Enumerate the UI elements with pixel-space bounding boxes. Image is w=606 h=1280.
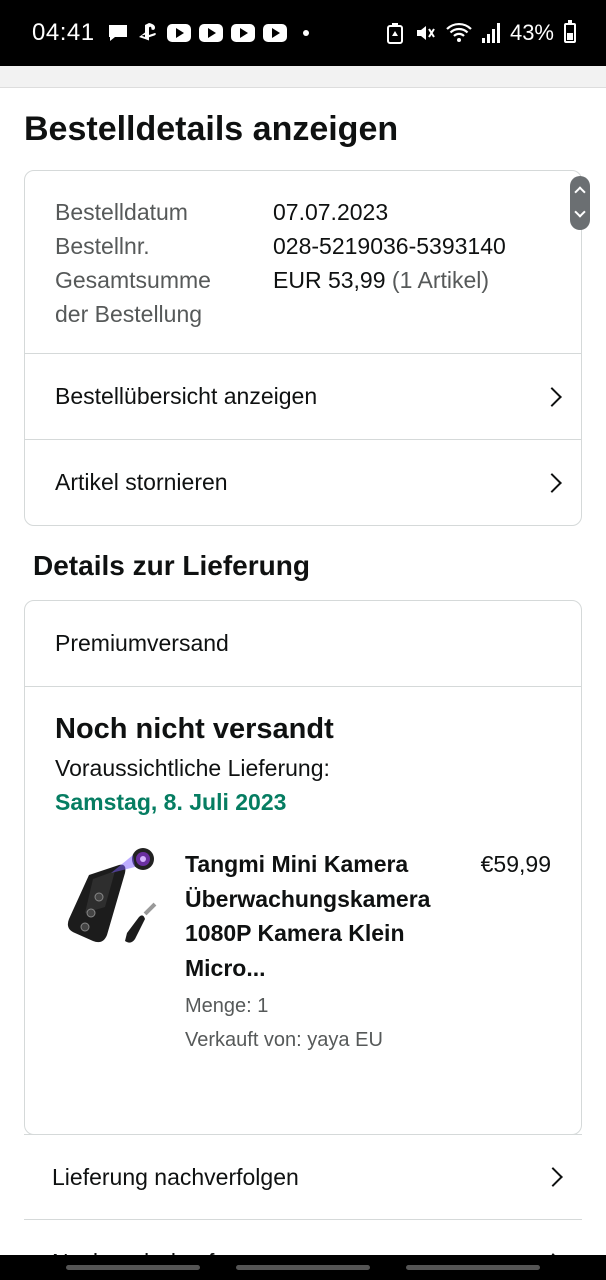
track-delivery-link[interactable]: Lieferung nachverfolgen	[24, 1134, 582, 1220]
youtube-icon	[198, 24, 223, 42]
top-strip	[0, 66, 606, 88]
delivery-card: Premiumversand Noch nicht versandt Vorau…	[24, 600, 582, 1135]
page-title: Bestelldetails anzeigen	[24, 110, 399, 148]
shipment-status-heading: Noch nicht versandt	[55, 713, 334, 745]
youtube-icon	[230, 24, 255, 42]
chevron-right-icon	[542, 386, 562, 407]
cancel-items-label: Artikel stornieren	[55, 469, 228, 495]
expected-delivery-label: Voraussichtliche Lieferung:	[55, 755, 330, 781]
youtube-icon	[262, 24, 287, 42]
order-summary: Bestelldatum 07.07.2023 Bestellnr. 028-5…	[25, 171, 581, 353]
nav-back-button[interactable]	[406, 1265, 540, 1270]
order-total-amount: EUR 53,99	[273, 267, 386, 293]
order-item[interactable]: Tangmi Mini Kamera Überwachungskamera 10…	[55, 847, 551, 1057]
nav-recent-button[interactable]	[66, 1265, 200, 1270]
shipping-method: Premiumversand	[25, 601, 581, 687]
order-total-label: Gesamtsumme der Bestellung	[55, 263, 273, 331]
track-delivery-label: Lieferung nachverfolgen	[52, 1163, 299, 1190]
order-total-items: (1 Artikel)	[391, 267, 490, 293]
product-title[interactable]: Tangmi Mini Kamera Überwachungskamera 10…	[185, 847, 457, 985]
battery-saver-icon	[386, 23, 403, 44]
message-icon	[108, 25, 127, 41]
chevron-right-icon	[543, 1167, 563, 1187]
battery-percentage: 43%	[509, 20, 554, 45]
youtube-icon	[166, 24, 191, 42]
order-summary-card: Bestelldatum 07.07.2023 Bestellnr. 028-5…	[24, 170, 582, 526]
order-total-label-line1: Gesamtsumme	[55, 267, 211, 293]
battery-icon	[564, 20, 576, 43]
delivery-section-title: Details zur Lieferung	[33, 550, 310, 581]
product-seller: Verkauft von: yaya EU	[185, 1029, 383, 1051]
status-bar: 04:41 43%	[0, 0, 606, 66]
product-image[interactable]	[55, 847, 159, 957]
product-price: €59,99	[480, 851, 551, 877]
system-navigation-bar	[0, 1255, 606, 1280]
order-number-label: Bestellnr.	[55, 233, 150, 259]
signal-icon	[481, 23, 500, 43]
expected-delivery-date: Samstag, 8. Juli 2023	[55, 789, 287, 815]
order-overview-label: Bestellübersicht anzeigen	[55, 383, 318, 409]
nav-home-button[interactable]	[236, 1265, 370, 1270]
chevron-right-icon	[542, 472, 562, 493]
shipment-status: Noch nicht versandt Voraussichtliche Lie…	[25, 687, 581, 1057]
order-date-value: 07.07.2023	[273, 199, 389, 225]
wifi-icon	[446, 22, 472, 42]
mute-icon	[416, 26, 435, 40]
order-date-label: Bestelldatum	[55, 199, 188, 225]
playstation-icon	[138, 23, 156, 41]
scroll-handle[interactable]	[570, 176, 590, 230]
order-number-value: 028-5219036-5393140	[273, 233, 506, 259]
product-quantity: Menge: 1	[185, 995, 269, 1017]
cancel-items-link[interactable]: Artikel stornieren	[25, 439, 581, 525]
clock: 04:41	[32, 19, 95, 46]
order-total-label-line2: der Bestellung	[55, 301, 203, 327]
dot-icon	[302, 30, 309, 36]
order-total-value: EUR 53,99 (1 Artikel)	[273, 263, 489, 331]
order-overview-link[interactable]: Bestellübersicht anzeigen	[25, 353, 581, 439]
